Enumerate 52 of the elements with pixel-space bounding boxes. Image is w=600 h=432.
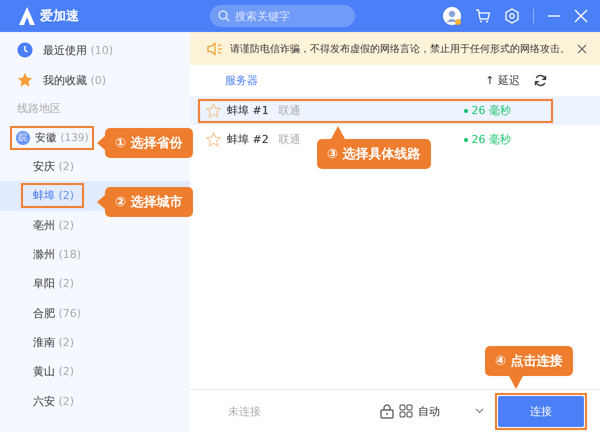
step-tooltip: ④ 点击连接 xyxy=(485,346,573,376)
app-name: 爱加速 xyxy=(40,8,79,25)
search-input[interactable]: 搜索关键字 xyxy=(235,10,345,22)
speaker-icon xyxy=(207,42,223,56)
connection-status: 未连接 xyxy=(228,404,261,418)
refresh-icon[interactable] xyxy=(534,74,547,87)
avatar-icon[interactable] xyxy=(442,6,462,26)
step-tooltip: ③ 选择具体线路 xyxy=(317,139,431,169)
mode-dropdown[interactable]: 自动 xyxy=(418,404,440,418)
province-badge: 皖 xyxy=(16,130,30,144)
star-icon[interactable] xyxy=(206,103,221,118)
city-item[interactable]: 合肥 (76) xyxy=(0,298,190,328)
tooltip-pointer xyxy=(509,376,523,389)
status-dot xyxy=(464,108,468,112)
star-icon xyxy=(17,72,33,88)
step-tooltip: ② 选择城市 xyxy=(105,187,193,217)
star-icon[interactable] xyxy=(206,132,221,147)
chevron-down-icon[interactable] xyxy=(475,408,484,414)
section-label: 线路地区 xyxy=(16,101,62,117)
settings-icon[interactable] xyxy=(504,8,520,24)
column-header[interactable]: 服务器 xyxy=(225,73,486,88)
lock-icon[interactable] xyxy=(380,404,394,418)
grid-icon[interactable] xyxy=(399,404,413,418)
tooltip-pointer xyxy=(97,136,105,150)
carrier-label: 联通 xyxy=(278,132,301,147)
close-icon[interactable] xyxy=(577,44,587,54)
latency-value: 26 毫秒 xyxy=(472,132,511,147)
city-item[interactable]: 六安 (2) xyxy=(0,386,190,416)
clock-icon xyxy=(17,42,33,58)
logo-icon xyxy=(18,6,36,26)
tooltip-pointer xyxy=(97,195,105,209)
carrier-label: 联通 xyxy=(278,103,301,118)
status-dot xyxy=(464,138,468,142)
cart-icon[interactable] xyxy=(475,8,491,24)
city-item[interactable]: 淮南 (2) xyxy=(0,328,190,358)
tooltip-pointer xyxy=(331,126,345,139)
column-header[interactable]: ↑ 延迟 xyxy=(485,73,520,88)
connect-button[interactable]: 连接 xyxy=(498,396,584,426)
search-field[interactable]: 搜索关键字 xyxy=(210,5,355,27)
server-row[interactable]: 蚌埠 #1 联通 26 毫秒 xyxy=(198,98,553,122)
notice-text: 请谨防电信诈骗，不得发布虚假的网络言论，禁止用于任何形式的网络攻击。 xyxy=(230,42,570,56)
city-item[interactable]: 黄山 (2) xyxy=(0,357,190,386)
sidebar-item[interactable]: 最近使用 (10) xyxy=(0,35,190,65)
search-icon xyxy=(218,10,230,22)
city-item[interactable]: 阜阳 (2) xyxy=(0,269,190,298)
server-name: 蚌埠 #2 xyxy=(227,132,269,147)
latency-value: 26 毫秒 xyxy=(472,103,511,118)
step-tooltip: ① 选择省份 xyxy=(105,128,193,158)
sidebar-item[interactable]: 我的收藏 (0) xyxy=(0,65,190,95)
city-item[interactable]: 滁州 (18) xyxy=(0,240,190,270)
server-name: 蚌埠 #1 xyxy=(227,103,269,118)
province-item[interactable]: 皖 安徽 (139) xyxy=(10,126,94,150)
